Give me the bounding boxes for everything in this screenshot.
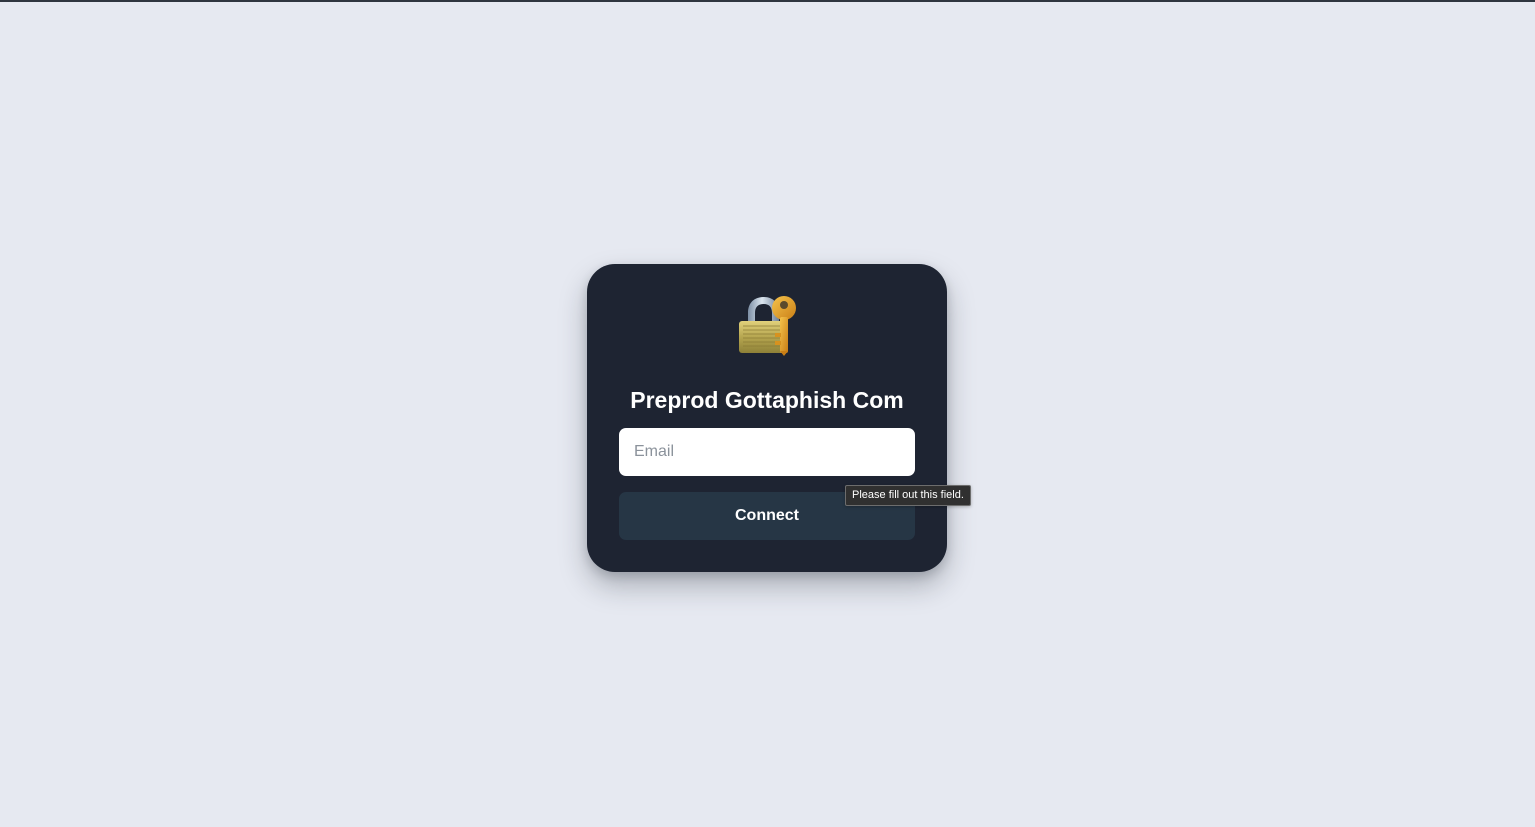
page-title: Preprod Gottaphish Com xyxy=(630,387,904,414)
locked-with-key-icon xyxy=(739,296,796,356)
validation-tooltip: Please fill out this field. xyxy=(845,485,971,506)
email-field[interactable] xyxy=(619,428,915,476)
top-window-border xyxy=(0,0,1535,2)
login-card: Preprod Gottaphish Com Connect xyxy=(587,264,947,572)
